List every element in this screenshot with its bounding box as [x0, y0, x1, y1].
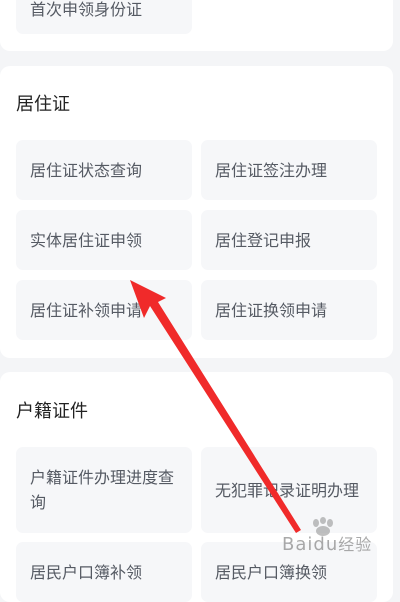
residence-renewal-tile[interactable]: 居住证换领申请 [201, 280, 377, 340]
tile-label: 居住证补领申请 [30, 300, 143, 320]
tile-label: 首次申领身份证 [30, 0, 143, 19]
tile-label: 居民户口簿补领 [30, 563, 143, 582]
watermark-cn: 经验 [338, 535, 373, 554]
tile-label: 户籍证件办理进度查询 [30, 468, 175, 512]
household-documents-section: 户籍证件 户籍证件办理进度查询 无犯罪记录证明办理 居民户口簿补领 居民户口簿换… [0, 372, 393, 602]
residence-permit-section: 居住证 居住证状态查询 居住证签注办理 实体居住证申领 居住登记申报 居住证补领… [0, 66, 393, 358]
tile-label: 居住证换领申请 [215, 300, 328, 320]
baidu-jingyan-watermark: Baidu经验 [282, 531, 372, 555]
tile-label: 居住登记申报 [215, 230, 312, 250]
tile-label: 居住证签注办理 [215, 160, 328, 180]
tile-label: 无犯罪记录证明办理 [215, 480, 360, 500]
tile-label: 居民户口簿换领 [215, 563, 328, 582]
watermark-mid: du [313, 534, 339, 555]
household-book-reissue-tile[interactable]: 居民户口簿补领 [16, 542, 192, 602]
section-title: 居住证 [16, 94, 70, 115]
tile-label: 实体居住证申领 [30, 230, 143, 250]
first-id-card-application-tile[interactable]: 首次申领身份证 [16, 0, 192, 34]
residence-status-query-tile[interactable]: 居住证状态查询 [16, 140, 192, 200]
no-criminal-record-certificate-tile[interactable]: 无犯罪记录证明办理 [201, 447, 377, 533]
residence-registration-tile[interactable]: 居住登记申报 [201, 210, 377, 270]
id-card-section: 首次申领身份证 [0, 0, 393, 51]
tile-label: 居住证状态查询 [30, 160, 143, 180]
residence-reissue-tile[interactable]: 居住证补领申请 [16, 280, 192, 340]
section-title: 户籍证件 [16, 401, 88, 422]
watermark-latin: Bai [282, 534, 314, 555]
residence-endorsement-tile[interactable]: 居住证签注办理 [201, 140, 377, 200]
physical-residence-permit-tile[interactable]: 实体居住证申领 [16, 210, 192, 270]
household-progress-query-tile[interactable]: 户籍证件办理进度查询 [16, 447, 192, 533]
